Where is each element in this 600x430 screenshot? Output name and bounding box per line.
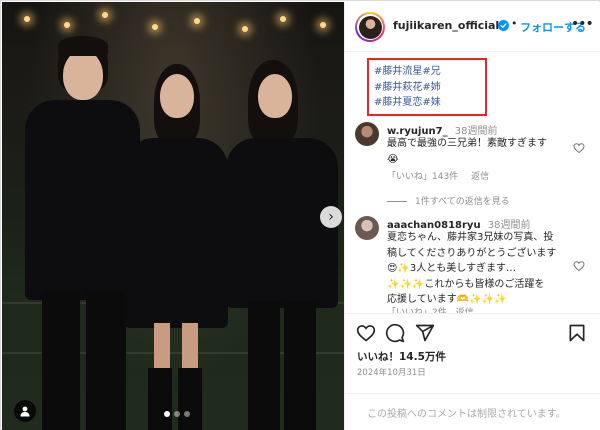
heart-icon[interactable] [356, 323, 376, 343]
comment-avatar[interactable] [355, 122, 379, 146]
post-actions: いいね！14.5万件 2024年10月31日 [345, 313, 600, 393]
comment-line: 夏恋ちゃん、藤井家3兄妹の写真、投 [387, 232, 554, 243]
post-date[interactable]: 2024年10月31日 [357, 366, 426, 378]
view-replies-label: 1件すべての返信を見る [415, 197, 510, 207]
hashtag-link[interactable]: #藤井流星#兄 [374, 64, 485, 80]
bookmark-icon[interactable] [567, 323, 587, 343]
tagged-users-button[interactable] [14, 400, 36, 422]
heart-icon[interactable] [573, 260, 585, 272]
post-sidebar: fujiikaren_official • フォローする ••• #藤井流星#兄… [344, 2, 600, 430]
person-middle [120, 64, 232, 430]
comment-avatar[interactable] [355, 216, 379, 240]
hashtag-link[interactable]: #藤井夏恋#妹 [374, 95, 485, 111]
comment-line: ✨✨✨これからも皆様のご活躍を [387, 278, 545, 290]
avatar[interactable] [355, 12, 385, 42]
comment-text: 夏恋ちゃん、藤井家3兄妹の写真、投 稿してくださりありがとうございます 😍✨3人… [387, 230, 573, 308]
hashtag-link[interactable]: #藤井萩花#姉 [374, 80, 485, 96]
separator-dot: • [511, 17, 518, 30]
post-photo[interactable]: › [2, 2, 344, 430]
comment-likes[interactable]: 「いいね」143件 [387, 172, 458, 182]
more-options-icon[interactable]: ••• [571, 15, 594, 35]
chevron-right-icon: › [328, 209, 334, 225]
instagram-post-frame: › fujiikaren_official • フォローする ••• #藤井流星… [0, 0, 600, 430]
comment-meta: 「いいね」143件 返信 [387, 169, 499, 182]
post-header: fujiikaren_official • フォローする ••• [345, 2, 600, 52]
username[interactable]: fujiikaren_official [393, 19, 499, 32]
caption-hashtags-highlight: #藤井流星#兄 #藤井萩花#姉 #藤井夏恋#妹 [367, 58, 487, 116]
comments-limited-notice: この投稿へのコメントは制限されています。 [345, 393, 600, 430]
reply-button[interactable]: 返信 [471, 172, 489, 182]
comment-line: 😍✨3人とも美しすぎます… [387, 263, 517, 274]
comment-meta-partial: 「いいね」2件 返信 [387, 308, 474, 313]
comment-text: 最高で最強の三兄弟！素敵すぎます 😭 [387, 136, 573, 167]
comment-line: 稿してくださりありがとうございます [387, 247, 557, 259]
person-right [226, 60, 338, 430]
carousel-dot [164, 411, 170, 417]
heart-icon[interactable] [573, 142, 585, 154]
carousel-dots [164, 411, 190, 417]
likes-count[interactable]: いいね！14.5万件 [357, 349, 446, 364]
comment-line: 最高で最強の三兄弟！素敵すぎます [387, 138, 547, 149]
comment-line: 😭 [387, 153, 399, 165]
carousel-dot [174, 411, 180, 417]
carousel-dot [184, 411, 190, 417]
carousel-next-button[interactable]: › [320, 206, 342, 228]
verified-badge-icon [498, 20, 509, 31]
view-replies-button[interactable]: 1件すべての返信を見る [387, 194, 510, 207]
comment-icon[interactable] [385, 323, 405, 343]
share-icon[interactable] [415, 323, 435, 343]
comments-limited-text: この投稿へのコメントは制限されています。 [367, 409, 566, 420]
user-tag-icon [20, 406, 30, 417]
